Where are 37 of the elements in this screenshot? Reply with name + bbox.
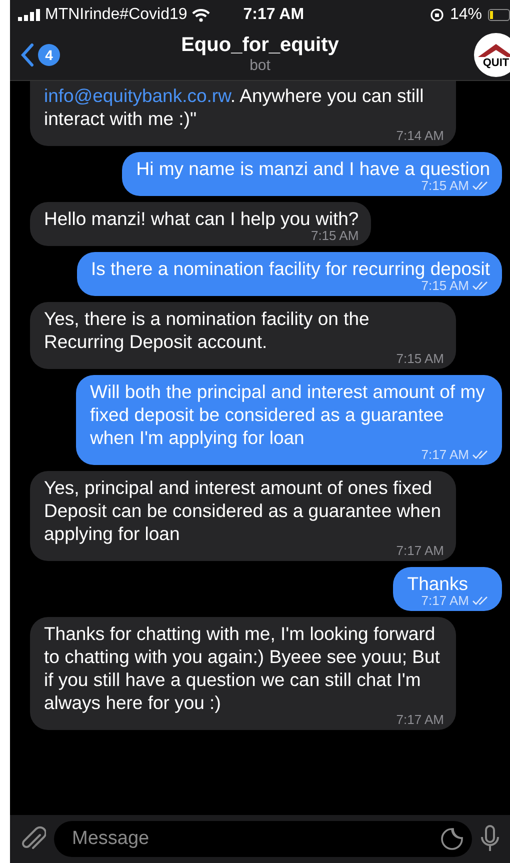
message-time: 7:14 AM [396, 129, 444, 143]
chevron-left-icon [20, 43, 34, 67]
message-time: 7:15 AM [421, 179, 469, 193]
message-time: 7:17 AM [421, 448, 469, 462]
email-link[interactable]: info@equitybank.co.rw [44, 85, 230, 106]
message-text: Thanks for chatting with me, I'm looking forward to chatting with you again:) Byeee see youu; But if you still have a question we can still chat I'm always here for you :) [44, 622, 441, 714]
roof-icon [476, 42, 510, 58]
unread-badge: 4 [38, 44, 60, 66]
message-text: Hello manzi! what can I help you with? [44, 207, 359, 230]
message-time: 7:15 AM [310, 229, 359, 243]
message-field[interactable]: Message [54, 821, 472, 857]
sticker-icon[interactable] [440, 827, 464, 851]
logo-text: QUIT [482, 58, 510, 68]
rotation-lock-icon [430, 8, 444, 22]
status-time: 7:17 AM [243, 6, 304, 24]
message-text: Thanks [407, 572, 469, 595]
chat-title: Equo_for_equity [181, 34, 339, 57]
message-text: Yes, principal and interest amount of ones fixed Deposit can be considered as a guarantee when applying for loan [44, 476, 442, 545]
signal-icon [18, 9, 40, 21]
message-text: Yes, there is a nomination facility on the Recurring Deposit account. [44, 307, 370, 353]
wifi-icon [192, 8, 210, 22]
message-text: Hi my name is manzi and I have a question [136, 157, 490, 180]
microphone-icon[interactable] [480, 824, 500, 854]
back-button[interactable]: 4 [10, 43, 60, 67]
message-time: 7:17 AM [396, 713, 444, 727]
message-time: 7:15 AM [421, 279, 469, 293]
chat-subtitle: bot [250, 57, 270, 74]
message-text: Is there a nomination facility for recurring deposit [91, 257, 490, 280]
message-time: 7:17 AM [396, 544, 444, 558]
battery-icon [488, 9, 510, 21]
message-text: Will both the principal and interest amount of my fixed deposit be considered as a guarantee when I'm applying for loan [90, 380, 486, 449]
carrier-name: MTNIrinde#Covid19 [45, 6, 188, 24]
message-time: 7:15 AM [396, 352, 444, 366]
battery-percent: 14% [450, 6, 482, 24]
avatar[interactable]: QUIT [474, 33, 510, 77]
message-text: info@equitybank.co.rw. Anywhere you can still interact with me :)" [44, 84, 425, 130]
message-time: 7:17 AM [421, 594, 469, 608]
